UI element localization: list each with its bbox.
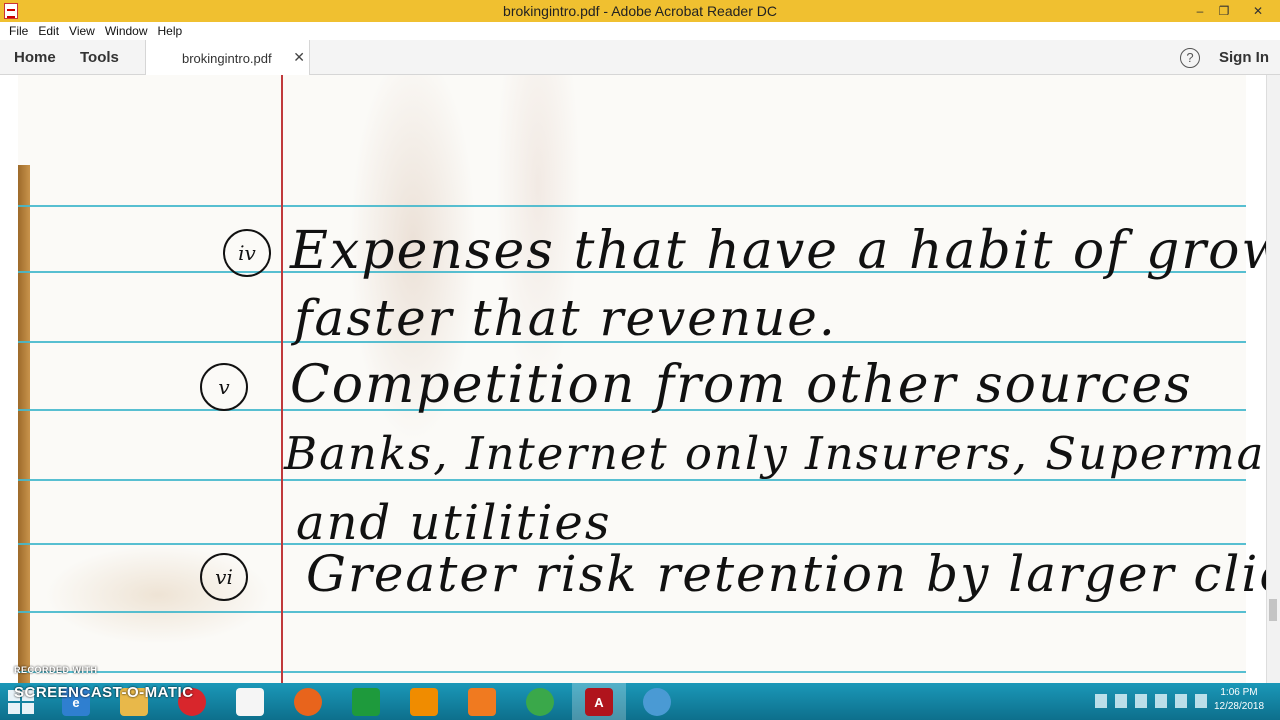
menu-bar: File Edit View Window Help xyxy=(0,22,1280,40)
tray-volume-icon[interactable] xyxy=(1175,694,1187,708)
acrobat-icon[interactable]: A xyxy=(585,688,613,716)
scrollbar-thumb[interactable] xyxy=(1269,599,1277,621)
maximize-button[interactable]: ❐ xyxy=(1212,0,1236,22)
tray-battery-icon[interactable] xyxy=(1135,694,1147,708)
bullet-iv: iv xyxy=(223,229,271,277)
rule-line xyxy=(18,671,1246,673)
chrome-icon[interactable] xyxy=(526,688,554,716)
recorded-with-label: RECORDED WITH xyxy=(14,665,98,675)
firefox-icon[interactable] xyxy=(294,688,322,716)
menu-file[interactable]: File xyxy=(4,24,33,38)
handwritten-line: Expenses that have a habit of growing xyxy=(290,221,1280,281)
handwritten-line: and utilities xyxy=(296,495,612,551)
rule-line xyxy=(18,611,1246,613)
screencast-icon[interactable] xyxy=(643,688,671,716)
vertical-scrollbar[interactable] xyxy=(1266,75,1280,683)
bullet-vi: vi xyxy=(200,553,248,601)
tray-keyboard-icon[interactable] xyxy=(1195,694,1207,708)
screencast-brand: SCREENCAST-O-MATIC xyxy=(14,684,194,701)
clock-time: 1:06 PM xyxy=(1220,687,1258,698)
menu-help[interactable]: Help xyxy=(153,24,188,38)
xampp-icon[interactable] xyxy=(468,688,496,716)
handwritten-line: Greater risk retention by larger clients xyxy=(306,545,1280,603)
margin-line xyxy=(281,75,283,683)
tray-expand-icon[interactable] xyxy=(1095,694,1107,708)
clock[interactable]: 1:06 PM 12/28/2018 xyxy=(1208,686,1270,714)
handwritten-line: Banks, Internet only Insurers, Supermark… xyxy=(284,427,1280,480)
rule-line xyxy=(18,205,1246,207)
tab-home[interactable]: Home xyxy=(14,49,56,66)
notebook-page: iv Expenses that have a habit of growing… xyxy=(18,75,1280,683)
tab-document[interactable]: brokingintro.pdf ✕ xyxy=(145,40,310,75)
page-edge xyxy=(18,165,30,683)
system-tray xyxy=(1095,694,1207,708)
minimize-button[interactable]: ‒ xyxy=(1188,0,1212,22)
tray-network-icon[interactable] xyxy=(1115,694,1127,708)
bullet-v: v xyxy=(200,363,248,411)
vlc-icon[interactable] xyxy=(410,688,438,716)
acrobat-app-icon[interactable] xyxy=(4,3,18,19)
document-tab-label: brokingintro.pdf xyxy=(182,51,272,66)
clock-date: 12/28/2018 xyxy=(1213,701,1265,712)
taskbar: e A SCREENCAST-O-MATIC 1:06 PM 12/28/201… xyxy=(0,683,1280,720)
handwritten-line: faster that revenue. xyxy=(294,289,837,347)
help-icon[interactable]: ? xyxy=(1180,48,1200,68)
tab-tools[interactable]: Tools xyxy=(80,49,119,66)
documents-icon[interactable] xyxy=(236,688,264,716)
store-icon[interactable] xyxy=(352,688,380,716)
sign-in-button[interactable]: Sign In xyxy=(1219,49,1269,66)
menu-edit[interactable]: Edit xyxy=(33,24,64,38)
tray-flag-icon[interactable] xyxy=(1155,694,1167,708)
menu-view[interactable]: View xyxy=(64,24,100,38)
window-controls: ‒ ❐ ✕ xyxy=(1188,0,1280,22)
document-viewport[interactable]: iv Expenses that have a habit of growing… xyxy=(0,75,1280,683)
handwritten-line: Competition from other sources xyxy=(290,355,1193,415)
close-window-button[interactable]: ✕ xyxy=(1236,0,1280,22)
menu-window[interactable]: Window xyxy=(100,24,153,38)
window-title: brokingintro.pdf - Adobe Acrobat Reader … xyxy=(503,3,777,19)
tab-bar: Home Tools brokingintro.pdf ✕ ? Sign In xyxy=(0,40,1280,75)
title-bar: brokingintro.pdf - Adobe Acrobat Reader … xyxy=(0,0,1280,22)
close-tab-icon[interactable]: ✕ xyxy=(293,49,305,66)
